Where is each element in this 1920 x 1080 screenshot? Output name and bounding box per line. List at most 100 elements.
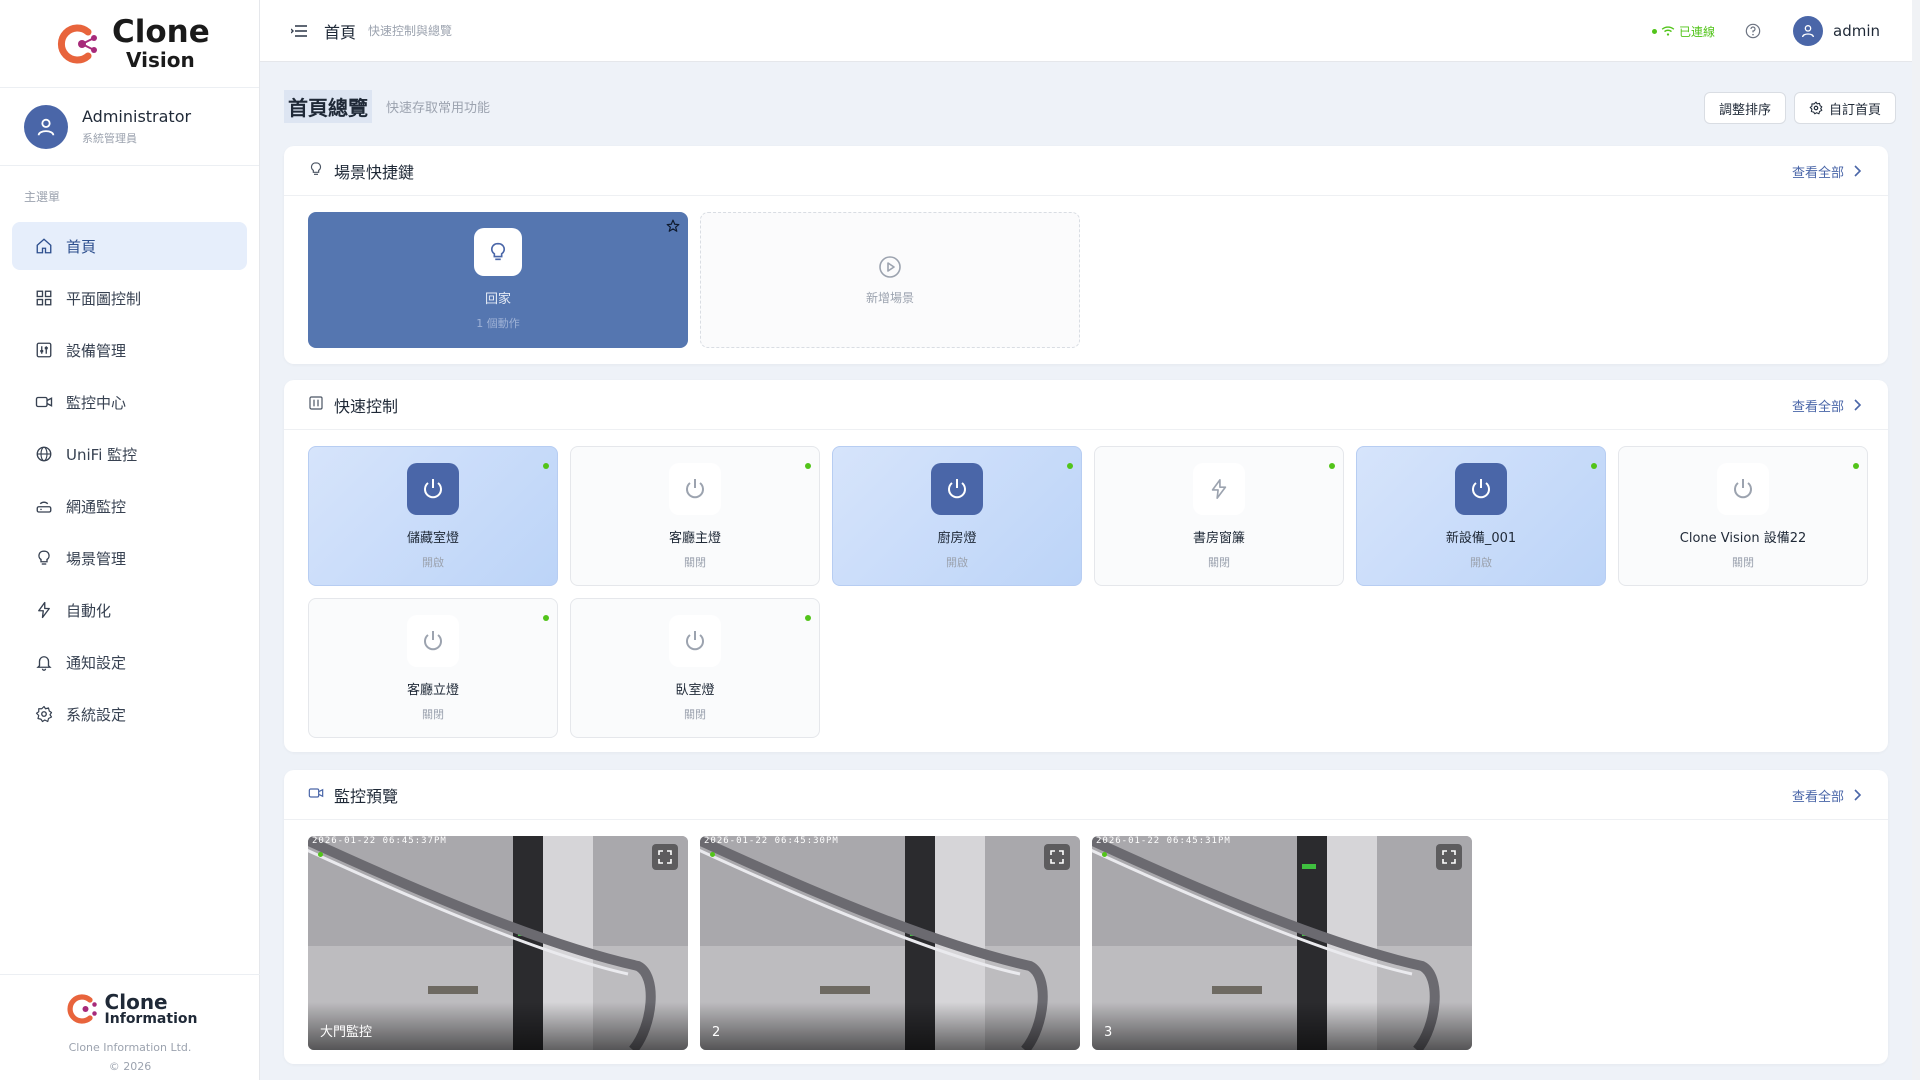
power-icon[interactable] [669, 463, 721, 515]
gear-icon [34, 704, 54, 724]
add-scene-button[interactable]: 新增場景 [700, 212, 1080, 348]
device-name: 客廳立燈 [406, 683, 459, 698]
bulb-icon [308, 161, 324, 181]
sidebar-item-monitor[interactable]: 監控中心 [12, 378, 247, 426]
device-name: 客廳主燈 [668, 531, 721, 546]
chevron-right-icon [1854, 399, 1862, 411]
menu-section-title: 主選單 [24, 190, 61, 204]
panel-title: 場景快捷鍵 [334, 162, 415, 182]
device-name: 書房窗簾 [1192, 531, 1245, 546]
camera-label: 大門監控 [320, 1025, 373, 1040]
device-name: 新設備_001 [1445, 531, 1517, 546]
device-card[interactable]: 書房窗簾 關閉 [1094, 446, 1344, 586]
sidebar-item-label: 設備管理 [66, 341, 127, 360]
online-dot [1591, 463, 1597, 469]
power-icon[interactable] [1717, 463, 1769, 515]
play-circle-icon [878, 255, 902, 283]
sidebar-item-scenes[interactable]: 場景管理 [12, 534, 247, 582]
user-avatar [24, 104, 68, 149]
device-name: 臥室燈 [675, 683, 715, 698]
view-all-label: 查看全部 [1791, 165, 1844, 181]
sidebar-item-floorplan[interactable]: 平面圖控制 [12, 274, 247, 322]
power-icon[interactable] [407, 615, 459, 667]
chevron-right-icon [1854, 165, 1862, 177]
grid-icon [34, 288, 54, 308]
sidebar-item-label: 自動化 [66, 601, 112, 620]
customize-home-label: 自訂首頁 [1828, 102, 1881, 118]
device-card[interactable]: 廚房燈 開啟 [832, 446, 1082, 586]
customize-home-button[interactable]: 自訂首頁 [1793, 92, 1896, 124]
sidebar-footer: Clone Information Clone Information Ltd.… [0, 974, 260, 1080]
fullscreen-icon[interactable] [1436, 844, 1462, 870]
online-dot [543, 615, 549, 621]
user-card: Administrator 系統管理員 [0, 88, 259, 166]
breadcrumb-title: 首頁 [324, 22, 357, 42]
page-scrollbar[interactable] [1912, 0, 1920, 1080]
sidebar-item-home[interactable]: 首頁 [12, 222, 247, 270]
star-icon[interactable] [666, 218, 680, 237]
device-status: 關閉 [1732, 556, 1754, 569]
footer-copyright: © 2026 [108, 1060, 152, 1073]
recording-dot [1102, 852, 1107, 857]
device-name: Clone Vision 設備22 [1679, 531, 1807, 546]
help-icon[interactable] [1745, 23, 1761, 39]
scenes-view-all-link[interactable]: 查看全部 [1792, 146, 1862, 196]
camera-grid: 2026-01-22 06:45:37PM 大門監控 2026-01-22 06… [284, 820, 1888, 1066]
fullscreen-icon[interactable] [652, 844, 678, 870]
bulb-icon [34, 548, 54, 568]
view-all-label: 查看全部 [1791, 789, 1844, 805]
breadcrumb-subtitle: 快速控制與總覽 [368, 24, 453, 38]
sidebar-item-label: 首頁 [66, 237, 97, 256]
device-card[interactable]: 客廳立燈 關閉 [308, 598, 558, 738]
recording-dot [318, 852, 323, 857]
clone-vision-logo-icon [52, 20, 100, 68]
device-name: 儲藏室燈 [406, 531, 459, 546]
device-card[interactable]: 新設備_001 開啟 [1356, 446, 1606, 586]
sidebar-item-network[interactable]: 網通監控 [12, 482, 247, 530]
clone-information-logo-icon [67, 994, 97, 1024]
power-icon[interactable] [407, 463, 459, 515]
device-name: 廚房燈 [937, 531, 977, 546]
panel-title: 快速控制 [334, 396, 399, 416]
quick-control-grid: 儲藏室燈 開啟 客廳主燈 關閉 廚房燈 開啟 書房窗簾 關閉 新設備_001 開… [284, 430, 1888, 754]
online-dot [1067, 463, 1073, 469]
reorder-button[interactable]: 調整排序 [1703, 92, 1786, 124]
brand-logo[interactable]: Clone Vision [0, 0, 259, 88]
online-dot [1329, 463, 1335, 469]
brand-name: Clone Vision [112, 14, 210, 71]
camera-label: 3 [1104, 1025, 1113, 1040]
power-icon[interactable] [1455, 463, 1507, 515]
camera-feed[interactable]: 2026-01-22 06:45:30PM 2 [700, 836, 1080, 1050]
sidebar-item-automation[interactable]: 自動化 [12, 586, 247, 634]
scene-card[interactable]: 回家 1 個動作 [308, 212, 688, 348]
camera-timestamp: 2026-01-22 06:45:30PM [704, 836, 839, 846]
device-card[interactable]: Clone Vision 設備22 關閉 [1618, 446, 1868, 586]
sidebar-item-unifi[interactable]: UniFi 監控 [12, 430, 247, 478]
chevron-right-icon [1854, 789, 1862, 801]
bolt-icon[interactable] [1193, 463, 1245, 515]
device-card[interactable]: 客廳主燈 關閉 [570, 446, 820, 586]
gear-icon [1809, 101, 1823, 115]
brand-name-line1: Clone [112, 14, 210, 50]
online-dot [543, 463, 549, 469]
device-card[interactable]: 臥室燈 關閉 [570, 598, 820, 738]
menu-toggle-icon[interactable] [290, 22, 308, 40]
online-dot [1853, 463, 1859, 469]
sidebar-item-devices[interactable]: 設備管理 [12, 326, 247, 374]
power-icon[interactable] [669, 615, 721, 667]
top-username[interactable]: admin [1833, 22, 1880, 40]
footer-logo-line2: Information [104, 1011, 198, 1027]
camera-feed[interactable]: 2026-01-22 06:45:31PM 3 [1092, 836, 1472, 1050]
camera-feed[interactable]: 2026-01-22 06:45:37PM 大門監控 [308, 836, 688, 1050]
sidebar-item-settings[interactable]: 系統設定 [12, 690, 247, 738]
device-card[interactable]: 儲藏室燈 開啟 [308, 446, 558, 586]
top-user-avatar[interactable] [1793, 16, 1823, 46]
status-dot [1651, 28, 1657, 34]
device-status: 開啟 [422, 556, 444, 569]
sidebar-item-notifications[interactable]: 通知設定 [12, 638, 247, 686]
fullscreen-icon[interactable] [1044, 844, 1070, 870]
monitor-view-all-link[interactable]: 查看全部 [1792, 770, 1862, 820]
device-status: 開啟 [946, 556, 968, 569]
power-icon[interactable] [931, 463, 983, 515]
quick-control-view-all-link[interactable]: 查看全部 [1792, 380, 1862, 430]
